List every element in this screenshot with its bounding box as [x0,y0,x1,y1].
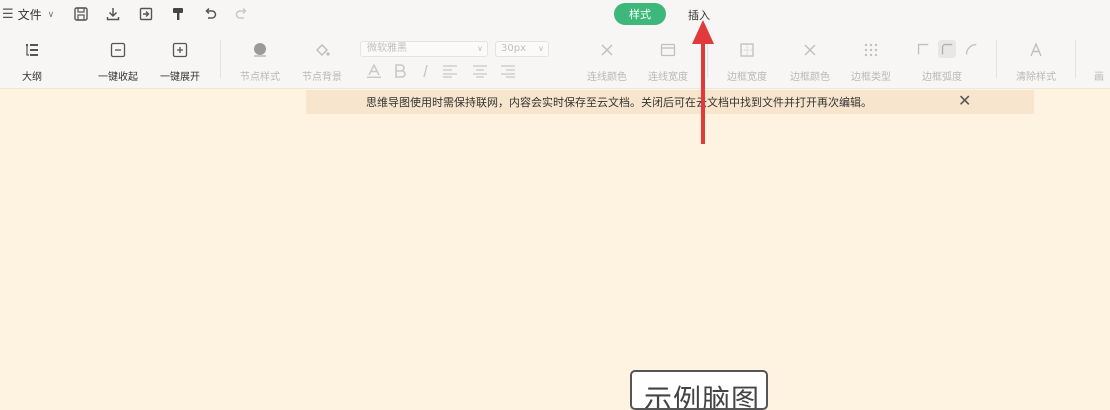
chevron-down-icon: ∨ [538,44,544,53]
outline-label: 大纲 [22,72,42,83]
border-width-button[interactable]: 边框宽度 [727,40,767,83]
border-type-label: 边框类型 [851,72,891,83]
save-icon[interactable] [72,5,90,23]
border-radius-label: 边框弧度 [922,72,962,83]
connector-width-icon [658,40,678,60]
annotation-arrow [692,20,714,144]
file-menu-label: 文件 [17,8,42,22]
align-center-icon[interactable] [472,64,488,82]
redo-icon[interactable] [233,5,251,23]
download-icon[interactable] [104,5,122,23]
clear-style-button[interactable]: 清除样式 [1016,40,1056,83]
expand-all-label: 一键展开 [160,72,200,83]
connector-color-button[interactable]: 连线颜色 [587,40,627,83]
chevron-down-icon: ∨ [47,9,55,20]
font-family-select[interactable]: 微软雅黑 ∨ [360,41,488,57]
connector-color-label: 连线颜色 [587,72,627,83]
toolbar-divider [996,40,997,78]
root-node-text: 示例脑图 [644,383,761,410]
clear-style-label: 清除样式 [1016,72,1056,83]
border-color-button[interactable]: 边框颜色 [790,40,830,83]
node-style-icon [250,40,270,60]
menu-icon: ☰ [2,7,14,22]
export-icon[interactable] [137,5,155,23]
toolbar-area: ☰ 文件 ∨ 样式 插入 大纲 一键收起 一键展开 节点样式 节点背景 微软雅黑… [0,0,1110,89]
font-size-value: 30px [501,43,526,54]
border-color-icon [800,40,820,60]
notice-text: 思维导图使用时需保持联网，内容会实时保存至云文档。关闭后可在云文档中找到文件并打… [366,96,872,109]
node-style-button[interactable]: 节点样式 [240,40,280,83]
font-color-icon[interactable] [366,63,382,82]
collapse-all-button[interactable]: 一键收起 [98,40,138,83]
corner-round-icon[interactable] [962,40,980,58]
file-menu[interactable]: ☰ 文件 ∨ [2,6,54,23]
font-size-select[interactable]: 30px ∨ [495,41,549,57]
chevron-down-icon: ∨ [477,44,483,53]
toolbar-divider [220,40,221,78]
toolbar-divider [1075,40,1076,78]
italic-icon[interactable] [418,64,434,82]
format-painter-icon[interactable] [169,5,187,23]
expand-all-button[interactable]: 一键展开 [160,40,200,83]
tab-style[interactable]: 样式 [614,3,666,25]
connector-width-button[interactable]: 连线宽度 [648,40,688,83]
paint-bucket-icon [312,40,332,60]
connector-width-label: 连线宽度 [648,72,688,83]
border-width-icon [737,40,757,60]
bold-icon[interactable] [392,64,408,82]
undo-icon[interactable] [201,5,219,23]
outline-icon [22,40,42,60]
node-background-button[interactable]: 节点背景 [302,40,342,83]
corner-rounded-icon[interactable] [938,40,956,58]
font-family-value: 微软雅黑 [367,43,407,54]
clear-style-icon [1026,40,1046,60]
outline-button[interactable]: 大纲 [22,40,42,83]
collapse-all-label: 一键收起 [98,72,138,83]
cut-off-tool-label: 画 [1094,72,1104,83]
align-right-icon[interactable] [500,64,516,82]
expand-icon [170,40,190,60]
online-notice-bar: 思维导图使用时需保持联网，内容会实时保存至云文档。关闭后可在云文档中找到文件并打… [306,90,1034,114]
corner-square-icon[interactable] [914,40,932,58]
root-node[interactable]: 示例脑图 [630,370,768,410]
align-left-icon[interactable] [442,64,458,82]
node-background-label: 节点背景 [302,72,342,83]
border-type-icon [861,40,881,60]
menu-row: ☰ 文件 ∨ 样式 插入 [0,0,1110,28]
border-type-button[interactable]: 边框类型 [851,40,891,83]
close-icon[interactable]: ✕ [958,91,971,110]
connector-color-icon [597,40,617,60]
border-width-label: 边框宽度 [727,72,767,83]
border-color-label: 边框颜色 [790,72,830,83]
node-style-label: 节点样式 [240,72,280,83]
collapse-icon [108,40,128,60]
